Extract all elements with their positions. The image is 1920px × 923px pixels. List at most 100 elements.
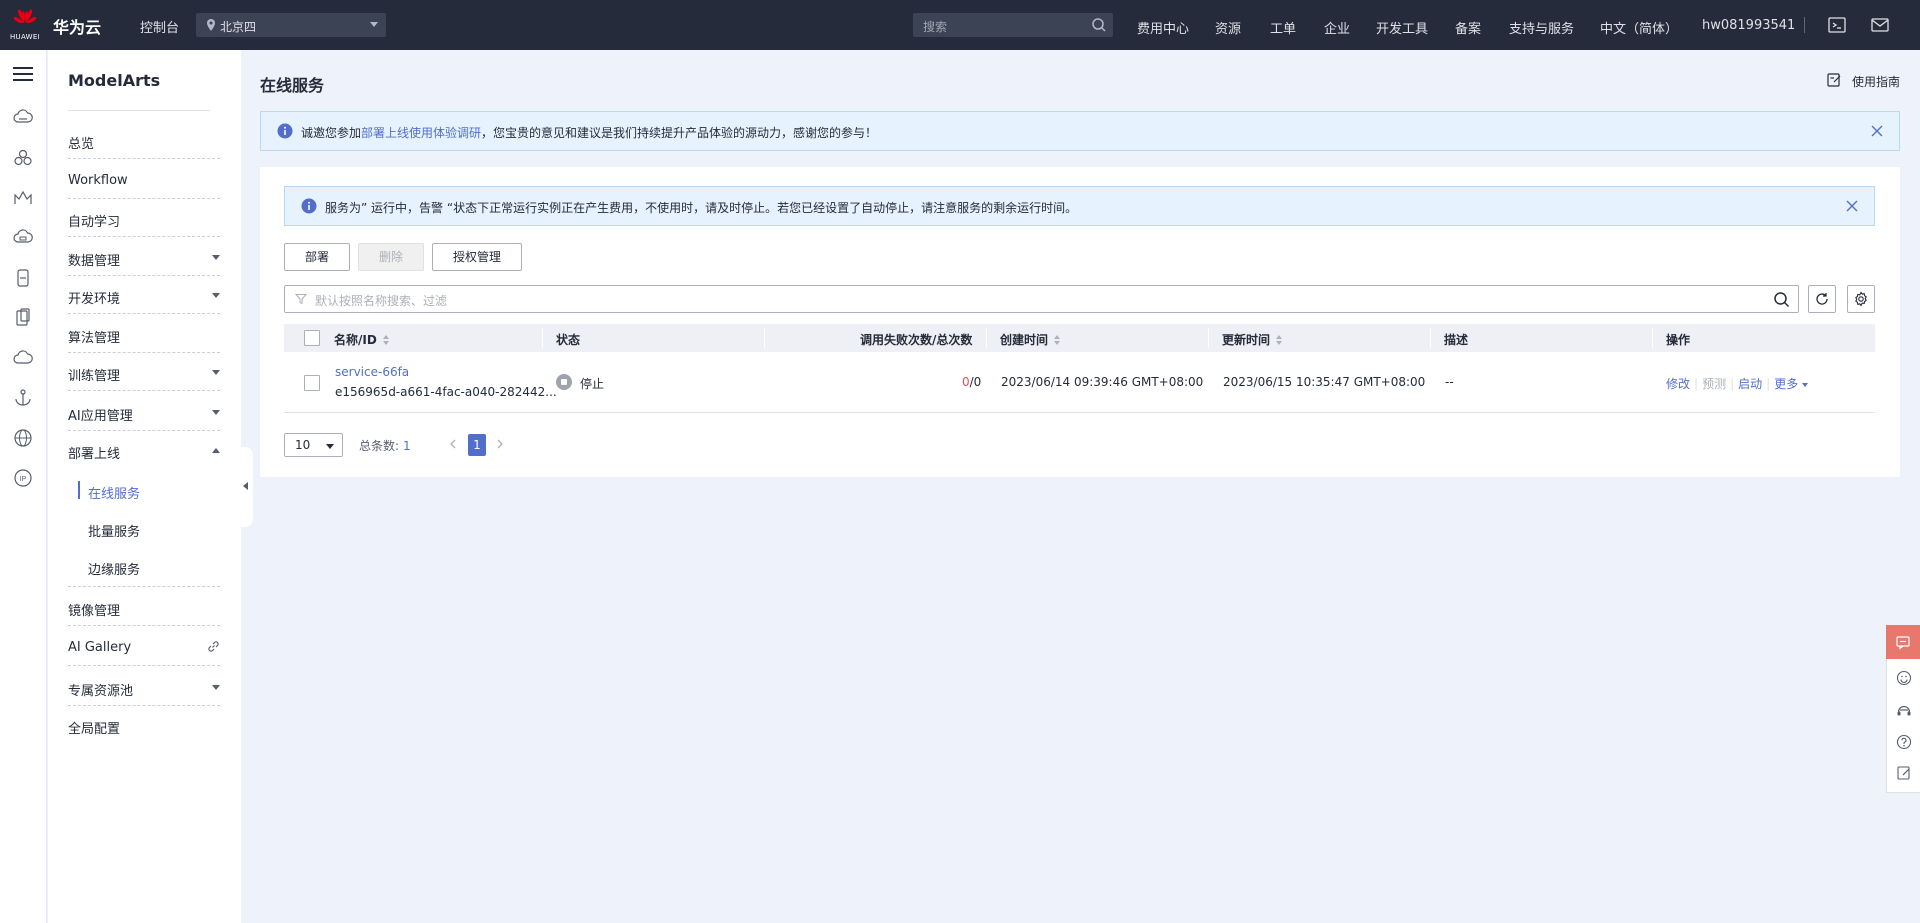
- huawei-logo[interactable]: HUAWEI: [8, 8, 42, 42]
- nav-tickets[interactable]: 工单: [1270, 18, 1296, 37]
- smile-icon[interactable]: [1896, 670, 1912, 686]
- divider: [1430, 328, 1431, 348]
- cloud-storage-icon[interactable]: [12, 227, 34, 249]
- sidebar-item-ai-apps[interactable]: AI应用管理: [68, 393, 220, 431]
- sidebar-item-workflow[interactable]: Workflow: [68, 161, 220, 199]
- sidebar-item-dev-env[interactable]: 开发环境: [68, 276, 220, 314]
- cloud-shell-icon[interactable]: [1827, 15, 1847, 35]
- chevron-down-icon: [1802, 382, 1809, 387]
- col-updated[interactable]: 更新时间: [1222, 331, 1283, 348]
- total-label: 总条数:: [359, 439, 400, 453]
- document-icon[interactable]: [12, 307, 34, 329]
- sidebar-item-auto-learning[interactable]: 自动学习: [68, 199, 220, 237]
- divider: [68, 158, 220, 159]
- sidebar-item-deployment[interactable]: 部署上线: [68, 431, 220, 469]
- user-account[interactable]: hw081993541: [1702, 18, 1795, 33]
- nav-dev-tools[interactable]: 开发工具: [1376, 18, 1428, 37]
- help-icon[interactable]: [1896, 734, 1912, 750]
- cloud-server-icon[interactable]: [12, 107, 34, 129]
- close-icon[interactable]: [1870, 124, 1884, 138]
- nav-resources[interactable]: 资源: [1215, 18, 1241, 37]
- close-icon[interactable]: [1845, 199, 1859, 213]
- sidebar-item-algorithm[interactable]: 算法管理: [68, 315, 220, 353]
- col-name[interactable]: 名称/ID: [334, 331, 390, 348]
- modify-link[interactable]: 修改: [1666, 377, 1690, 391]
- row-checkbox[interactable]: [304, 375, 320, 391]
- deploy-button[interactable]: 部署: [284, 243, 350, 271]
- settings-button[interactable]: [1847, 285, 1875, 313]
- nav-icp[interactable]: 备案: [1455, 18, 1481, 37]
- bridge-icon[interactable]: [12, 187, 34, 209]
- chevron-down-icon: [326, 444, 334, 449]
- divider: [68, 586, 220, 587]
- updated-time: 2023/06/15 10:35:47 GMT+08:00: [1223, 375, 1426, 389]
- notice-suffix: ，您宝贵的意见和建议是我们持续提升产品体验的源动力，感谢您的参与！: [481, 126, 878, 140]
- billing-warning-notice: 服务为” 运行中，告警 “状态下正常运行实例正在产生费用，不使用时，请及时停止。…: [284, 186, 1875, 226]
- sidebar-collapse-handle[interactable]: [241, 447, 253, 527]
- nav-enterprise[interactable]: 企业: [1324, 18, 1350, 37]
- sort-icon[interactable]: [1054, 334, 1061, 345]
- service-name-link[interactable]: service-66fa: [335, 365, 409, 379]
- sidebar-item-training[interactable]: 训练管理: [68, 353, 220, 391]
- col-created[interactable]: 创建时间: [1000, 331, 1061, 348]
- globe-icon[interactable]: [12, 427, 34, 449]
- location-pin-icon: [207, 19, 215, 31]
- headset-icon[interactable]: [1896, 703, 1912, 719]
- filter-search-input[interactable]: 默认按照名称搜索、过滤: [284, 285, 1799, 313]
- select-all-checkbox[interactable]: [304, 330, 320, 346]
- edit-icon[interactable]: [1896, 765, 1912, 781]
- start-link[interactable]: 启动: [1738, 377, 1762, 391]
- nav-support[interactable]: 支持与服务: [1509, 18, 1574, 37]
- sidebar-item-image-management[interactable]: 镜像管理: [68, 588, 220, 626]
- page-number-current[interactable]: 1: [468, 434, 486, 456]
- sidebar-item-dedicated-pool[interactable]: 专属资源池: [68, 668, 220, 706]
- col-name-label: 名称/ID: [334, 333, 377, 347]
- total-value: 1: [403, 439, 411, 453]
- anchor-icon[interactable]: [12, 387, 34, 409]
- brand-name[interactable]: 华为云: [53, 14, 101, 38]
- cluster-icon[interactable]: [12, 147, 34, 169]
- sidebar-item-data-management[interactable]: 数据管理: [68, 238, 220, 276]
- menu-icon[interactable]: [13, 66, 33, 82]
- sidebar-item-label: 算法管理: [68, 331, 121, 346]
- search-icon[interactable]: [1773, 291, 1790, 308]
- region-selector[interactable]: 北京四: [196, 13, 386, 37]
- divider: [68, 313, 220, 314]
- sort-icon[interactable]: [1276, 334, 1283, 345]
- divider: |: [1730, 377, 1735, 391]
- sidebar-item-ai-gallery[interactable]: AI Gallery: [68, 628, 220, 666]
- cloud-icon[interactable]: [12, 347, 34, 369]
- language-selector[interactable]: 中文（简体）: [1600, 18, 1678, 37]
- sidebar-item-edge-service[interactable]: 边缘服务: [78, 547, 218, 585]
- sidebar-item-overview[interactable]: 总览: [68, 121, 220, 159]
- sidebar-item-batch-service[interactable]: 批量服务: [78, 509, 218, 547]
- feedback-button[interactable]: [1886, 625, 1920, 659]
- survey-link[interactable]: 部署上线使用体验调研: [361, 126, 481, 140]
- predict-link[interactable]: 预测: [1702, 377, 1726, 391]
- database-icon[interactable]: [12, 267, 34, 289]
- divider: [542, 328, 543, 348]
- page-size-select[interactable]: 10: [284, 433, 343, 457]
- global-search-input[interactable]: 搜索: [913, 13, 1113, 37]
- chevron-right-icon[interactable]: [493, 437, 507, 451]
- more-dropdown[interactable]: 更多: [1774, 377, 1809, 391]
- billing-warning-text: 服务为” 运行中，告警 “状态下正常运行实例正在产生费用，不使用时，请及时停止。…: [325, 201, 1078, 215]
- auth-management-button[interactable]: 授权管理: [432, 243, 522, 271]
- mail-icon[interactable]: [1870, 15, 1890, 35]
- refresh-button[interactable]: [1808, 285, 1836, 313]
- service-id: e156965d-a661-4fac-a040-282442...: [335, 385, 557, 399]
- sidebar-item-global-config[interactable]: 全局配置: [68, 706, 220, 744]
- chevron-left-icon[interactable]: [446, 437, 460, 451]
- nav-billing[interactable]: 费用中心: [1137, 18, 1189, 37]
- col-created-label: 创建时间: [1000, 333, 1049, 347]
- sidebar-item-label: 在线服务: [88, 487, 141, 502]
- sort-icon[interactable]: [382, 334, 390, 345]
- search-icon[interactable]: [1091, 17, 1107, 33]
- sidebar-item-label: AI Gallery: [68, 640, 132, 655]
- console-link[interactable]: 控制台: [140, 17, 179, 36]
- sidebar-item-online-service[interactable]: 在线服务: [78, 471, 218, 509]
- divider: [68, 586, 220, 587]
- delete-button[interactable]: 删除: [358, 243, 424, 271]
- ip-icon[interactable]: IP: [12, 467, 34, 489]
- page-title: 在线服务: [260, 76, 325, 95]
